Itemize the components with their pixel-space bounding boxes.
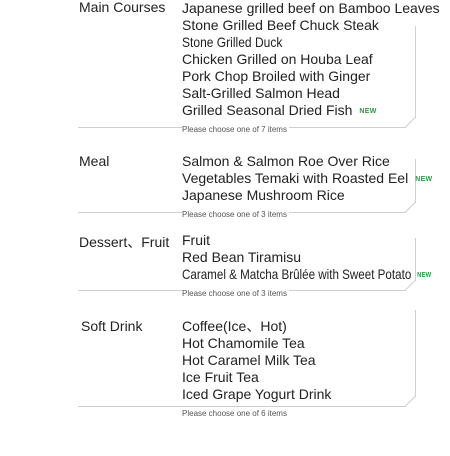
menu-section-main-courses: Main Courses Japanese grilled beef on Ba… <box>0 0 450 135</box>
menu-item: Red Bean Tiramisu <box>182 249 302 265</box>
menu-item: Ice Fruit Tea <box>182 369 259 385</box>
menu-item: Grilled Seasonal Dried Fish NEW <box>182 102 440 119</box>
menu-item: Coffee(Ice、Hot) <box>182 318 287 334</box>
choice-note: Please choose one of 3 items <box>182 289 289 299</box>
category-label: Main Courses <box>79 0 166 15</box>
menu-item-name: Grilled Seasonal Dried Fish <box>182 102 353 118</box>
menu-item-name: Caramel & Matcha Brûlée with Sweet Potat… <box>182 266 412 282</box>
menu-item: Stone Grilled Beef Chuck Steak <box>182 17 379 33</box>
category-label: Dessert、Fruit <box>79 234 170 250</box>
choice-note: Please choose one of 6 items <box>182 409 289 419</box>
menu-item: Hot Chamomile Tea <box>182 335 305 351</box>
menu-item: Japanese grilled beef on Bamboo Leaves <box>182 0 440 16</box>
menu-item: Fruit <box>182 232 210 248</box>
menu-item: Caramel & Matcha Brûlée with Sweet Potat… <box>182 266 431 283</box>
menu-item: Iced Grape Yogurt Drink <box>182 386 332 402</box>
new-badge: NEW <box>415 176 433 183</box>
choice-note: Please choose one of 7 items <box>182 125 289 135</box>
new-badge: NEW <box>417 272 432 279</box>
menu-item: Pork Chop Broiled with Ginger <box>182 68 371 84</box>
menu-section-meal: Meal Salmon & Salmon Roe Over Rice Veget… <box>0 153 450 220</box>
menu-item: Chicken Grilled on Houba Leaf <box>182 51 373 67</box>
menu-item-name: Vegetables Temaki with Roasted Eel <box>182 170 409 186</box>
menu-item: Salmon & Salmon Roe Over Rice <box>182 153 390 169</box>
category-label: Soft Drink <box>81 318 143 334</box>
menu-item: Hot Caramel Milk Tea <box>182 352 316 368</box>
menu-section-soft-drink: Soft Drink Coffee(Ice、Hot) Hot Chamomile… <box>0 310 450 419</box>
new-badge: NEW <box>359 108 377 115</box>
menu-item: Stone Grilled Duck <box>182 34 283 50</box>
category-label: Meal <box>79 153 110 169</box>
choice-note: Please choose one of 3 items <box>182 210 289 220</box>
menu-item: Salt-Grilled Salmon Head <box>182 85 340 101</box>
menu-section-dessert-fruit: Dessert、Fruit Fruit Red Bean Tiramisu Ca… <box>0 232 450 299</box>
menu-item: Vegetables Temaki with Roasted Eel NEW <box>182 170 432 187</box>
menu-item: Japanese Mushroom Rice <box>182 187 345 203</box>
